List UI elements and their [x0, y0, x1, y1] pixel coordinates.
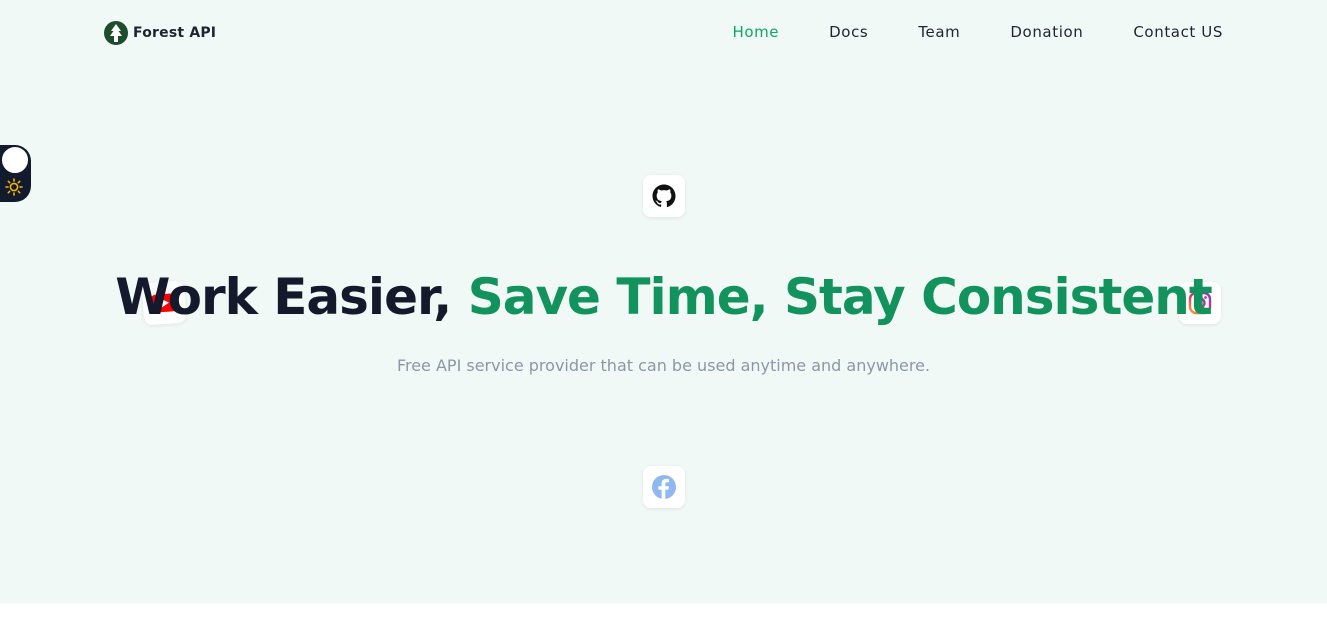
theme-toggle[interactable]	[0, 145, 31, 202]
pine-tree-icon	[104, 21, 128, 45]
github-link[interactable]	[643, 175, 685, 217]
main-nav: Home Docs Team Donation Contact US	[682, 22, 1223, 42]
nav-item-donation[interactable]: Donation	[1010, 22, 1083, 42]
nav-item-team[interactable]: Team	[918, 22, 960, 42]
hero-headline: Work Easier, Save Time, Stay Consistent	[0, 266, 1327, 328]
facebook-icon	[652, 475, 676, 499]
hero-section: Forest API Home Docs Team Donation Conta…	[0, 0, 1327, 603]
brand-name: Forest API	[133, 25, 217, 41]
toggle-knob	[1, 146, 29, 174]
brand-logo[interactable]: Forest API	[104, 21, 216, 45]
nav-item-contact[interactable]: Contact US	[1133, 22, 1223, 42]
hero-subtitle: Free API service provider that can be us…	[396, 356, 931, 375]
nav-item-docs[interactable]: Docs	[829, 22, 868, 42]
headline-dark-part: Work Easier,	[115, 268, 452, 326]
headline-green-part: Save Time, Stay Consistent	[467, 268, 1213, 326]
github-icon	[652, 184, 676, 208]
nav-item-home[interactable]: Home	[732, 22, 779, 42]
sun-icon	[5, 178, 23, 196]
facebook-link[interactable]	[643, 466, 685, 508]
